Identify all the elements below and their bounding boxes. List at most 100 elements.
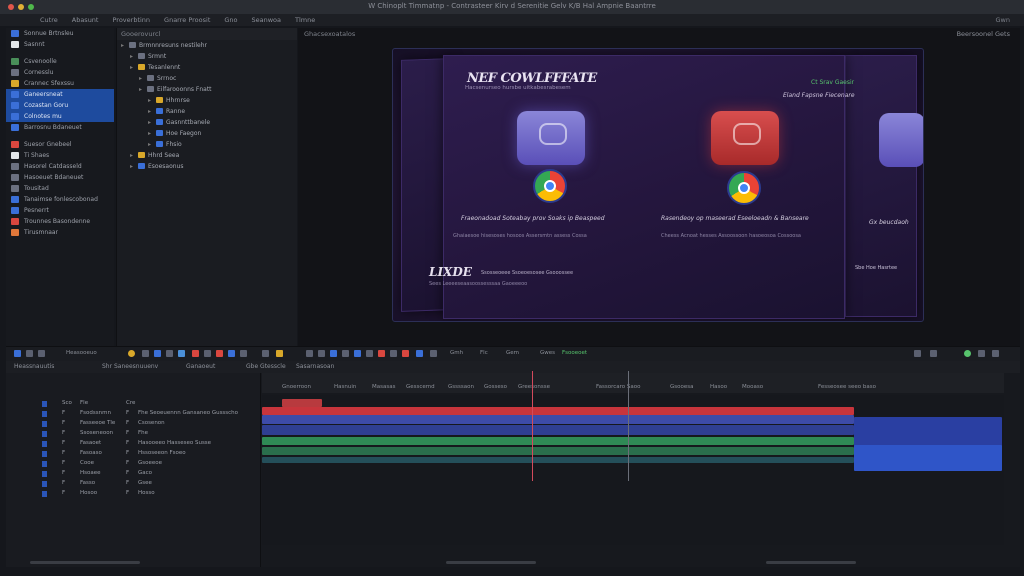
tool-icon-4[interactable]	[204, 350, 211, 357]
viewer-control-label-4[interactable]: Gwes	[540, 350, 555, 356]
track-header-row[interactable]: F Fasaoet F Hasooeeo Hasseseo Susse	[6, 439, 260, 449]
timeline-ruler[interactable]: Gnoerroon Hasnuin Masasas Gesscemd Gssssaon G…	[262, 373, 1004, 393]
chevron-right-icon[interactable]: ▸	[139, 73, 147, 84]
fullscreen-icon[interactable]	[930, 350, 937, 357]
menu-item-6[interactable]: Tlmne	[295, 14, 315, 26]
tree-item[interactable]: ▸ Hoe Faegon	[117, 128, 297, 139]
tool-icon-15[interactable]	[366, 350, 373, 357]
track-toggle-checkbox[interactable]	[42, 411, 47, 417]
chevron-right-icon[interactable]: ▸	[130, 51, 138, 62]
timeline-scrollbar-right[interactable]	[766, 561, 856, 564]
tree-item[interactable]: ▸ Fhsio	[117, 139, 297, 150]
track-toggle-checkbox[interactable]	[42, 401, 47, 407]
tree-item[interactable]: ▸ Srrnoc	[117, 73, 297, 84]
timeline-clip-blue-2[interactable]	[262, 425, 854, 435]
menu-right-status[interactable]: Gwn	[996, 14, 1010, 26]
chevron-right-icon[interactable]: ▸	[148, 95, 156, 106]
timeline-clip-green-2[interactable]	[262, 447, 854, 455]
tool-icon-13[interactable]	[342, 350, 349, 357]
tree-item[interactable]: ▸ Ranne	[117, 106, 297, 117]
timeline-tab-1[interactable]: Shr Saneesnuuenv	[102, 361, 158, 373]
tool-icon-16[interactable]	[378, 350, 385, 357]
timeline-clip-red-1[interactable]	[282, 399, 322, 407]
tree-item[interactable]: ▸ Tesanlennt	[117, 62, 297, 73]
track-toggle-checkbox[interactable]	[42, 461, 47, 467]
tree-item[interactable]: ▸ Eilfarooonns Fnatt	[117, 84, 297, 95]
menu-item-4[interactable]: Gno	[224, 14, 237, 26]
timeline-tab-4[interactable]: Sasarnasoan	[296, 361, 334, 373]
menu-item-1[interactable]: Abasunt	[72, 14, 99, 26]
sidebar-item-0[interactable]: Sonnue Brtnsleu	[6, 28, 114, 39]
tool-icon-1[interactable]	[166, 350, 173, 357]
sidebar-item-6[interactable]: Cozastan Goru	[6, 100, 114, 111]
sidebar-item-14[interactable]: Tanaimse fonlescobonad	[6, 194, 114, 205]
snap-icon[interactable]	[142, 350, 149, 357]
timeline-clip-red-main[interactable]	[262, 407, 854, 415]
sidebar-item-9[interactable]: Suesor Gnebeel	[6, 139, 114, 150]
export-icon[interactable]	[992, 350, 999, 357]
track-header-row[interactable]: F Hsoaee F Gaco	[6, 469, 260, 479]
track-toggle-checkbox[interactable]	[42, 441, 47, 447]
chevron-right-icon[interactable]: ▸	[130, 150, 138, 161]
viewer-control-label-3[interactable]: Gem	[506, 350, 519, 356]
sidebar-item-10[interactable]: Ti Shaes	[6, 150, 114, 161]
timeline-clip-purple[interactable]	[262, 415, 854, 424]
timeline-clip-teal[interactable]	[262, 457, 854, 463]
menu-item-2[interactable]: Proverbtinn	[112, 14, 150, 26]
play-icon[interactable]	[14, 350, 21, 357]
viewer-control-label-1[interactable]: Gmh	[450, 350, 463, 356]
timeline-tab-2[interactable]: Ganaoeut	[186, 361, 215, 373]
tool-icon-11[interactable]	[318, 350, 325, 357]
timeline-clip-blue[interactable]	[854, 417, 1002, 447]
tool-icon-6[interactable]	[228, 350, 235, 357]
tool-icon-14[interactable]	[354, 350, 361, 357]
tool-icon-10[interactable]	[306, 350, 313, 357]
viewer-control-label-5[interactable]: Fsooeoet	[562, 350, 587, 356]
menu-item-3[interactable]: Gnarre Proosit	[164, 14, 210, 26]
sidebar-item-11[interactable]: Hasorel Catdasseld	[6, 161, 114, 172]
settings-icon[interactable]	[914, 350, 921, 357]
marker-icon[interactable]	[128, 350, 135, 357]
track-header-row[interactable]: F Fasso F Gsee	[6, 479, 260, 489]
tool-icon-2[interactable]	[178, 350, 185, 357]
tool-icon-3[interactable]	[192, 350, 199, 357]
video-preview-frame[interactable]: NEF COWLFFFATE Hacsenurseo hursbe uitkab…	[392, 48, 924, 322]
timeline-clip-blue-right[interactable]	[854, 445, 1002, 471]
in-marker[interactable]	[628, 371, 629, 481]
tool-icon-20[interactable]	[430, 350, 437, 357]
tree-item[interactable]: ▸ Brmnnresuns nestilehr	[117, 40, 297, 51]
tree-item[interactable]: ▸ Esoesaonus	[117, 161, 297, 172]
timeline-tab-3[interactable]: Gbe Gtesscle	[246, 361, 286, 373]
sidebar-item-17[interactable]: Tirusmnaar	[6, 227, 114, 238]
track-toggle-checkbox[interactable]	[42, 431, 47, 437]
sidebar-item-3[interactable]: Cornesslu	[6, 67, 114, 78]
status-icon[interactable]	[964, 350, 971, 357]
tool-icon-9[interactable]	[276, 350, 283, 357]
timeline-scrollbar-left[interactable]	[30, 561, 140, 564]
chevron-right-icon[interactable]: ▸	[148, 106, 156, 117]
chevron-right-icon[interactable]: ▸	[148, 128, 156, 139]
timeline-tracks[interactable]	[262, 371, 1004, 545]
track-header-row[interactable]: Sco Fle Cre	[6, 399, 260, 409]
chevron-right-icon[interactable]: ▸	[139, 84, 147, 95]
track-header-row[interactable]: F Fasseeoe Tle F Csosenon	[6, 419, 260, 429]
track-toggle-checkbox[interactable]	[42, 481, 47, 487]
sidebar-item-5[interactable]: Ganeersneat	[6, 89, 114, 100]
tool-icon-5[interactable]	[216, 350, 223, 357]
sidebar-item-8[interactable]: Barrosnu Bdaneuet	[6, 122, 114, 133]
sidebar-item-13[interactable]: Tousitad	[6, 183, 114, 194]
track-toggle-checkbox[interactable]	[42, 421, 47, 427]
track-header-row[interactable]: F Ssoseneoon F Fhe	[6, 429, 260, 439]
tool-icon-7[interactable]	[240, 350, 247, 357]
tree-item[interactable]: ▸ Gasnnttbanele	[117, 117, 297, 128]
loop-icon[interactable]	[38, 350, 45, 357]
menu-item-5[interactable]: Seanwoa	[252, 14, 282, 26]
tool-icon-18[interactable]	[402, 350, 409, 357]
menu-item-0[interactable]: Cutre	[40, 14, 58, 26]
viewer-control-label-2[interactable]: Flc	[480, 350, 488, 356]
sidebar-item-15[interactable]: Pesnerrt	[6, 205, 114, 216]
sidebar-item-7[interactable]: Colnotes mu	[6, 111, 114, 122]
sidebar-item-1[interactable]: Sasnnt	[6, 39, 114, 50]
tree-item[interactable]: ▸ Hhrd Seea	[117, 150, 297, 161]
tool-icon-17[interactable]	[390, 350, 397, 357]
